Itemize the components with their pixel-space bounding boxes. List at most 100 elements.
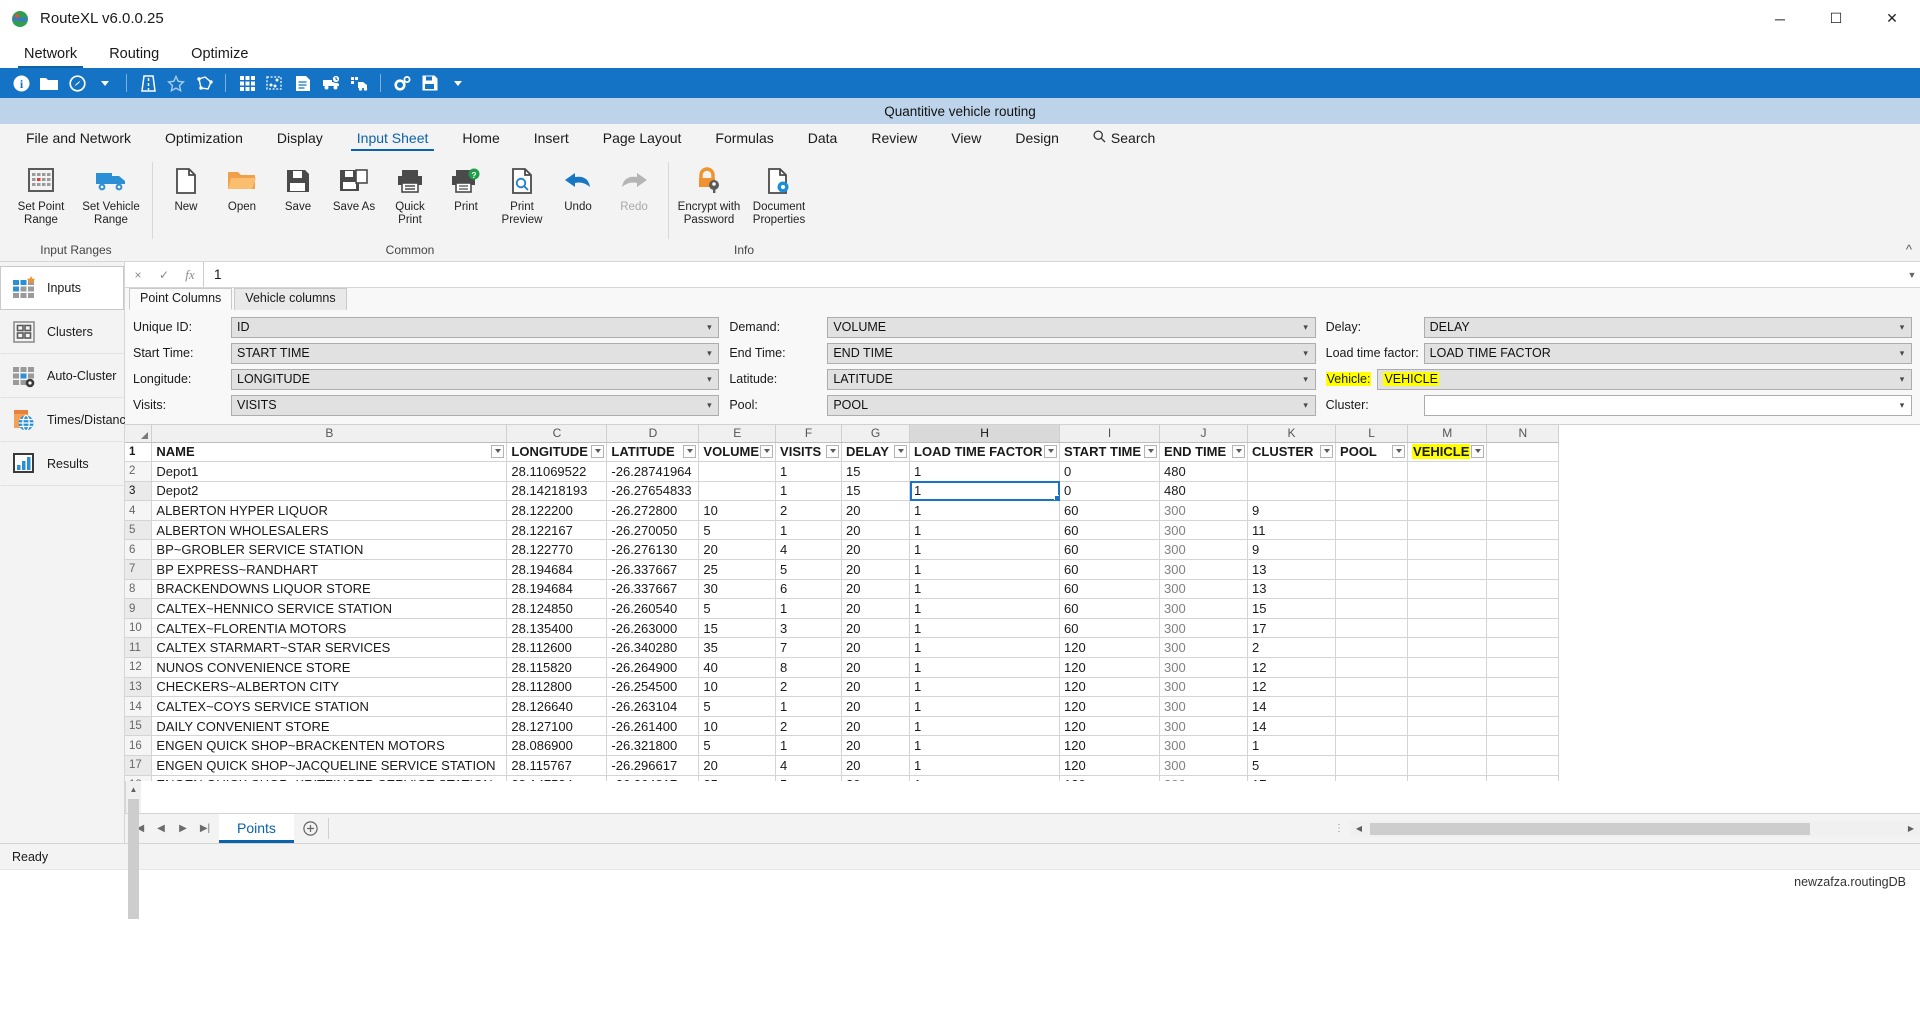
filter-dropdown-icon[interactable] [591, 444, 605, 458]
document-properties-button[interactable]: Document Properties [744, 160, 814, 231]
close-button[interactable]: ✕ [1864, 0, 1920, 38]
table-cell[interactable]: 5 [775, 559, 843, 580]
table-cell[interactable]: 13 [1247, 559, 1337, 580]
tab-vehicle-columns[interactable]: Vehicle columns [234, 288, 347, 310]
table-cell[interactable]: 15 [1247, 598, 1337, 619]
table-cell[interactable] [1247, 461, 1337, 482]
star-icon[interactable] [163, 71, 189, 95]
sidebar-item-clusters[interactable]: Clusters [0, 310, 124, 354]
table-cell[interactable]: 300 [1159, 716, 1249, 737]
table-cell[interactable]: 12 [1247, 657, 1337, 678]
table-cell[interactable]: 20 [841, 716, 911, 737]
print-preview-button[interactable]: Print Preview [494, 160, 550, 231]
horizontal-scroll-track[interactable] [1368, 820, 1902, 837]
table-cell[interactable] [1486, 755, 1560, 776]
sidebar-item-auto-cluster[interactable]: Auto-Cluster [0, 354, 124, 398]
table-cell[interactable]: 14 [1247, 716, 1337, 737]
table-cell[interactable]: 5 [698, 735, 777, 756]
tab-input-sheet[interactable]: Input Sheet [341, 126, 445, 152]
last-sheet-icon[interactable]: ▶| [195, 816, 215, 842]
table-cell[interactable]: 120 [1059, 716, 1161, 737]
table-cell[interactable]: 28.122770 [506, 539, 608, 561]
table-cell[interactable]: 2 [775, 677, 843, 698]
table-cell[interactable]: 0 [1059, 461, 1161, 482]
check-icon[interactable]: ✓ [151, 268, 177, 282]
scroll-left-button[interactable]: ◀ [1350, 820, 1368, 837]
tab-page-layout[interactable]: Page Layout [587, 126, 698, 152]
select-load-time-factor[interactable]: LOAD TIME FACTOR ▾ [1423, 342, 1912, 364]
table-cell[interactable] [1407, 559, 1488, 580]
table-row[interactable]: 5 ALBERTON WHOLESALERS 28.122167 -26.270050… [125, 520, 1560, 541]
table-cell[interactable]: CALTEX STARMART~STAR SERVICES [151, 637, 508, 659]
table-cell[interactable]: 60 [1059, 520, 1161, 541]
cluster-points-icon[interactable] [262, 71, 288, 95]
column-header-d[interactable]: D [606, 425, 700, 443]
table-cell[interactable]: 120 [1059, 755, 1161, 776]
row-number[interactable]: 16 [125, 735, 153, 756]
table-row[interactable]: 9 CALTEX~HENNICO SERVICE STATION 28.124850… [125, 598, 1560, 619]
table-cell[interactable]: 1 [909, 677, 1061, 698]
row-number[interactable]: 1 [125, 442, 153, 463]
table-row[interactable]: 11 CALTEX STARMART~STAR SERVICES 28.112600… [125, 637, 1560, 659]
scroll-up-button[interactable]: ▲ [126, 781, 141, 797]
table-cell[interactable] [1407, 657, 1488, 678]
table-cell[interactable] [1407, 598, 1488, 619]
table-cell[interactable]: 6 [775, 579, 843, 600]
table-cell[interactable] [1486, 677, 1560, 698]
table-cell[interactable]: 60 [1059, 500, 1161, 521]
table-cell[interactable]: 28.122200 [506, 500, 608, 521]
new-button[interactable]: New [158, 160, 214, 218]
table-cell[interactable] [1486, 461, 1560, 482]
table-cell[interactable]: 300 [1159, 579, 1249, 600]
chevron-down-icon[interactable]: ▼ [1904, 262, 1920, 287]
column-header-h[interactable]: H [909, 425, 1061, 443]
table-cell[interactable] [1335, 637, 1409, 659]
table-cell[interactable]: 9 [1247, 500, 1337, 521]
menu-item-optimize[interactable]: Optimize [177, 42, 262, 68]
table-cell[interactable]: 20 [841, 500, 911, 521]
ribbon-search[interactable]: Search [1077, 126, 1171, 152]
row-number[interactable]: 13 [125, 677, 153, 698]
table-cell[interactable]: BP EXPRESS~RANDHART [151, 559, 508, 580]
table-cell[interactable] [1335, 500, 1409, 521]
menu-item-network[interactable]: Network [10, 42, 91, 68]
table-cell[interactable]: -26.261400 [606, 716, 700, 737]
table-cell[interactable]: 15 [698, 618, 777, 639]
horizontal-scrollbar[interactable]: ◀ ▶ [1350, 814, 1920, 843]
table-cell[interactable]: 300 [1159, 559, 1249, 580]
sidebar-item-times-distances[interactable]: Times/Distances [0, 398, 139, 442]
column-header-g[interactable]: G [841, 425, 911, 443]
table-cell[interactable] [1407, 755, 1488, 776]
table-cell[interactable]: -26.264900 [606, 657, 700, 678]
row-number[interactable]: 15 [125, 716, 153, 737]
select-start-time[interactable]: START TIME ▾ [231, 342, 720, 364]
table-cell[interactable]: ENGEN QUICK SHOP~BRACKENTEN MOTORS [151, 735, 508, 756]
table-cell[interactable] [1407, 637, 1488, 659]
sheet-body[interactable]: 1 NAME LONGITUDE LATITUDE VOLUME VISITS DELAY L… [125, 442, 1560, 781]
row-number[interactable]: 7 [125, 559, 153, 580]
table-cell[interactable]: 10 [698, 677, 777, 698]
table-cell[interactable]: 28.122167 [506, 520, 608, 541]
table-cell[interactable]: 28.135400 [506, 618, 608, 639]
table-cell[interactable]: 20 [841, 559, 911, 580]
horizontal-scroll-thumb[interactable] [1370, 822, 1810, 835]
row-number[interactable]: 9 [125, 598, 153, 619]
filter-dropdown-icon[interactable] [1144, 444, 1158, 458]
table-cell[interactable]: 300 [1159, 500, 1249, 521]
table-cell[interactable] [1486, 735, 1560, 756]
table-cell[interactable]: 13 [1247, 579, 1337, 600]
tab-home[interactable]: Home [446, 126, 515, 152]
table-cell[interactable] [1486, 716, 1560, 737]
table-row[interactable]: 12 NUNOS CONVENIENCE STORE 28.115820 -26.26… [125, 657, 1560, 678]
column-title-cell[interactable]: LOAD TIME FACTOR [909, 442, 1061, 463]
column-header-j[interactable]: J [1159, 425, 1249, 443]
table-cell[interactable]: 1 [909, 696, 1061, 717]
select-demand[interactable]: VOLUME ▾ [827, 316, 1316, 338]
tab-optimization[interactable]: Optimization [149, 126, 259, 152]
sidebar-item-results[interactable]: Results [0, 442, 124, 486]
filter-dropdown-icon[interactable] [491, 444, 505, 458]
menu-item-routing[interactable]: Routing [95, 42, 173, 68]
grid-dots-icon[interactable] [234, 71, 260, 95]
table-cell[interactable]: 2 [775, 500, 843, 521]
table-cell[interactable] [1407, 481, 1488, 502]
